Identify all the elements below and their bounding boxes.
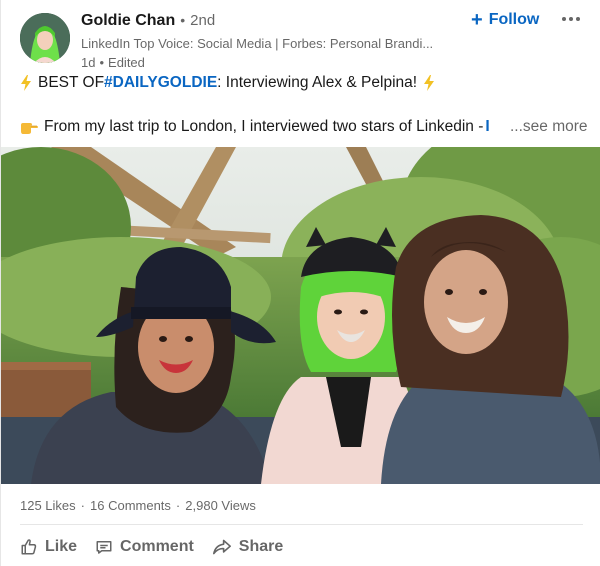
actor-info: Goldie Chan • 2nd LinkedIn Top Voice: So… xyxy=(81,12,471,70)
social-actions: Like Comment Share xyxy=(14,532,295,562)
meta-separator-dot: • xyxy=(99,54,105,70)
connection-degree: 2nd xyxy=(190,12,216,29)
avatar-image xyxy=(20,13,70,63)
plus-icon: + xyxy=(471,9,483,31)
commentary-body: From my last trip to London, I interview… xyxy=(44,118,484,135)
follow-label: Follow xyxy=(488,11,540,28)
post-image[interactable] xyxy=(1,147,600,484)
actor-name-line: Goldie Chan • 2nd xyxy=(81,12,471,32)
comments-count[interactable]: 16 Comments xyxy=(90,498,171,513)
post-time: 1d xyxy=(81,54,96,70)
share-arrow-icon xyxy=(212,539,231,555)
views-count[interactable]: 2,980 Views xyxy=(185,498,256,513)
divider xyxy=(20,524,583,525)
comment-label: Comment xyxy=(120,538,194,555)
comment-icon xyxy=(96,541,112,554)
commentary-suffix: : Interviewing Alex & Pelpina! xyxy=(217,74,418,91)
selfie-photo xyxy=(1,147,600,484)
high-voltage-icon xyxy=(21,75,31,91)
like-button[interactable]: Like xyxy=(14,532,83,562)
avatar[interactable] xyxy=(20,13,70,63)
social-counts: 125 Likes · 16 Comments · 2,980 Views xyxy=(20,496,256,514)
commentary-prefix: BEST OF xyxy=(38,74,105,91)
thumbs-up-icon xyxy=(21,539,37,555)
commentary-line-2: From my last trip to London, I interview… xyxy=(20,116,586,138)
hashtag-link[interactable]: #DAILYGOLDIE xyxy=(104,74,217,92)
post-header: Goldie Chan • 2nd LinkedIn Top Voice: So… xyxy=(1,0,600,70)
share-label: Share xyxy=(238,538,284,555)
actor-headline: LinkedIn Top Voice: Social Media | Forbe… xyxy=(81,36,434,51)
edited-label: Edited xyxy=(108,54,145,70)
actor-name[interactable]: Goldie Chan xyxy=(81,12,175,30)
more-options-icon[interactable] xyxy=(562,14,584,24)
feed-post: Goldie Chan • 2nd LinkedIn Top Voice: So… xyxy=(0,0,600,566)
likes-count[interactable]: 125 Likes xyxy=(20,498,76,513)
like-label: Like xyxy=(45,538,78,555)
backhand-index-pointing-right-icon xyxy=(21,123,38,134)
actor-separator-dot: • xyxy=(180,12,186,28)
counts-separator: · xyxy=(175,497,181,513)
comment-button[interactable]: Comment xyxy=(89,532,200,562)
commentary-line-1: BEST OF #DAILYGOLDIE : Interviewing Alex… xyxy=(20,72,435,94)
counts-separator: · xyxy=(80,497,85,513)
truncated-link-fragment: I xyxy=(485,118,490,135)
see-more-link[interactable]: ...see more xyxy=(508,116,588,138)
high-voltage-icon xyxy=(424,75,435,91)
follow-button[interactable]: + Follow xyxy=(471,9,539,31)
post-meta: 1d • Edited xyxy=(81,54,471,70)
share-button[interactable]: Share xyxy=(206,532,289,562)
